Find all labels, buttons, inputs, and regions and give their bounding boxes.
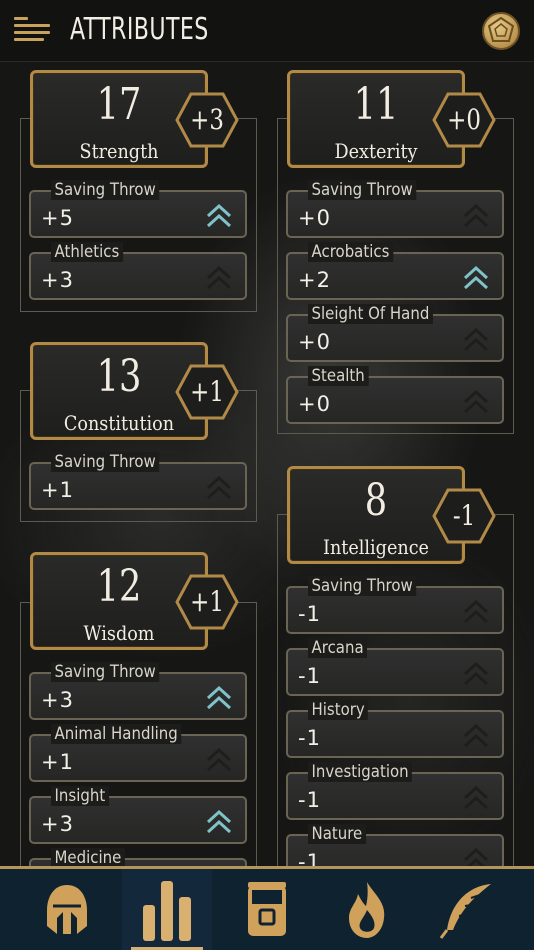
score-value: 12: [96, 561, 142, 612]
skill-row[interactable]: Saving Throw +0: [286, 180, 504, 238]
skill-row[interactable]: Saving Throw +5: [29, 180, 247, 238]
skill-row[interactable]: Saving Throw +3: [29, 662, 247, 720]
score-value: 13: [96, 351, 142, 402]
proficient-chevron-icon[interactable]: [462, 265, 490, 291]
nav-attributes[interactable]: [122, 869, 212, 950]
backpack-icon: [248, 881, 286, 936]
skill-row[interactable]: Arcana -1: [286, 638, 504, 696]
feather-icon: [439, 883, 491, 939]
d20-icon[interactable]: [482, 12, 520, 50]
modifier-badge-intelligence: -1: [432, 488, 496, 544]
score-value: 11: [353, 79, 399, 130]
nav-notes[interactable]: [422, 869, 512, 950]
skill-row[interactable]: Sleight Of Hand +0: [286, 304, 504, 362]
skill-row[interactable]: Saving Throw -1: [286, 576, 504, 634]
bottom-nav: [0, 866, 534, 950]
proficient-chevron-icon[interactable]: [205, 809, 233, 835]
skill-row[interactable]: Athletics +3: [29, 242, 247, 300]
skill-row[interactable]: Acrobatics +2: [286, 242, 504, 300]
proficiency-chevron-icon[interactable]: [205, 475, 233, 501]
proficient-chevron-icon[interactable]: [205, 685, 233, 711]
flame-icon: [349, 881, 385, 938]
modifier-badge-constitution: +1: [175, 364, 239, 420]
proficiency-chevron-icon[interactable]: [462, 661, 490, 687]
proficiency-chevron-icon[interactable]: [462, 723, 490, 749]
attribute-name: Wisdom: [83, 621, 155, 645]
skill-row[interactable]: Investigation -1: [286, 762, 504, 820]
modifier-badge-wisdom: +1: [175, 574, 239, 630]
skill-row[interactable]: Insight +3: [29, 786, 247, 844]
proficiency-chevron-icon[interactable]: [462, 203, 490, 229]
skill-row[interactable]: Animal Handling +1: [29, 724, 247, 782]
score-value: 8: [364, 475, 388, 526]
skill-row[interactable]: Stealth +0: [286, 366, 504, 424]
attribute-name: Dexterity: [334, 139, 418, 163]
attribute-name: Strength: [79, 139, 159, 163]
skill-row[interactable]: History -1: [286, 700, 504, 758]
menu-icon[interactable]: [14, 17, 50, 45]
proficiency-chevron-icon[interactable]: [205, 265, 233, 291]
helmet-icon: [47, 884, 87, 934]
modifier-badge-strength: +3: [175, 92, 239, 148]
app-header: ATTRIBUTES: [0, 0, 534, 62]
attribute-name: Intelligence: [323, 535, 429, 559]
proficiency-chevron-icon[interactable]: [205, 747, 233, 773]
proficient-chevron-icon[interactable]: [205, 203, 233, 229]
skill-row[interactable]: Saving Throw +1: [29, 452, 247, 510]
proficiency-chevron-icon[interactable]: [462, 785, 490, 811]
nav-character[interactable]: [22, 869, 112, 950]
proficiency-chevron-icon[interactable]: [462, 389, 490, 415]
attribute-name: Constitution: [63, 411, 175, 435]
proficiency-chevron-icon[interactable]: [462, 599, 490, 625]
score-value: 17: [96, 79, 142, 130]
nav-inventory[interactable]: [222, 869, 312, 950]
modifier-badge-dexterity: +0: [432, 92, 496, 148]
attributes-bars-icon: [143, 880, 191, 941]
proficiency-chevron-icon[interactable]: [462, 327, 490, 353]
page-title: ATTRIBUTES: [70, 12, 209, 47]
nav-spells[interactable]: [322, 869, 412, 950]
